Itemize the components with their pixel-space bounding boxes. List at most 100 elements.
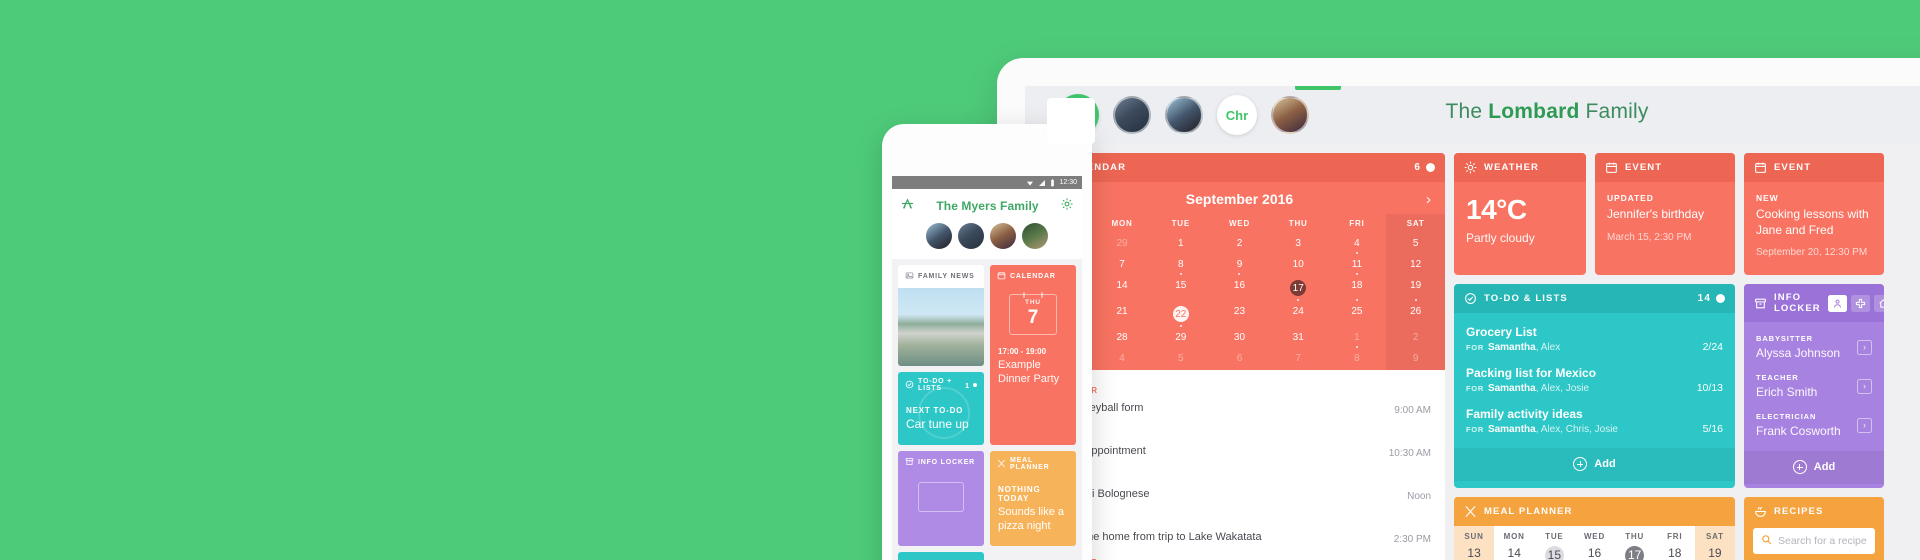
todo-lists-widget[interactable]: TO-DO & LISTS 14 Grocery List FOR Samantha… xyxy=(1454,284,1735,488)
info-locker-row[interactable]: BABYSITTER Alyssa Johnson › xyxy=(1756,328,1872,367)
calendar-day-cell[interactable]: 17 xyxy=(1269,276,1328,302)
meal-planner-week[interactable]: SUN 13 MON 14 TUE 15 WED 16 THU 17 FRI 18 SAT 19 xyxy=(1454,525,1735,560)
meal-planner-day[interactable]: SUN 13 xyxy=(1454,525,1495,560)
avatar[interactable] xyxy=(958,223,984,249)
info-locker-row[interactable]: TEACHER Erich Smith › xyxy=(1756,367,1872,406)
app-logo-icon[interactable] xyxy=(900,196,915,216)
calendar-day-cell[interactable]: 1 xyxy=(1328,328,1387,349)
app-logo-icon[interactable] xyxy=(1047,94,1099,144)
calendar-day-cell[interactable]: 26 xyxy=(1386,302,1445,328)
phone-info-locker-widget[interactable]: INFO LOCKER xyxy=(898,451,984,546)
calendar-day-cell[interactable]: 18 xyxy=(1328,276,1387,302)
phone-extra-widget[interactable] xyxy=(898,551,984,560)
calendar-day-cell[interactable]: 11 xyxy=(1328,255,1387,276)
event-card-1[interactable]: EVENT UPDATED Jennifer's birthday March … xyxy=(1595,153,1735,276)
avatar-initials[interactable]: Chr xyxy=(1217,95,1257,135)
home-icon[interactable] xyxy=(1873,294,1884,312)
calendar-day-cell[interactable]: 30 xyxy=(1210,328,1269,349)
meal-planner-day[interactable]: SAT 19 xyxy=(1694,525,1735,560)
agenda-row[interactable]: MEALSpaghetti Bolognese Noon xyxy=(1048,466,1431,509)
avatar[interactable] xyxy=(1022,223,1048,249)
calendar-day-cell[interactable]: 22 xyxy=(1151,302,1210,328)
todo-list-item[interactable]: Packing list for Mexico FOR Samantha, Alex… xyxy=(1466,360,1723,401)
calendar-day-cell[interactable]: 7 xyxy=(1269,349,1328,370)
meal-planner-day[interactable]: TUE 15 xyxy=(1534,526,1574,560)
calendar-day-cell[interactable]: 9 xyxy=(1210,255,1269,276)
avatar[interactable] xyxy=(990,223,1016,249)
calendar-day-cell[interactable]: 7 xyxy=(1093,255,1152,276)
calendar-day-cell[interactable]: 29 xyxy=(1093,234,1152,255)
active-profile-indicator xyxy=(1295,86,1341,90)
calendar-day-cell[interactable]: 9 xyxy=(1386,349,1445,370)
calendar-day-cell[interactable]: 14 xyxy=(1093,276,1152,302)
avatar[interactable] xyxy=(1165,96,1203,134)
calendar-day-cell[interactable]: 12 xyxy=(1386,255,1445,276)
calendar-day-cell[interactable]: 15 xyxy=(1151,276,1210,302)
calendar-dow-header: THU xyxy=(1288,219,1308,228)
calendar-day-cell[interactable]: 25 xyxy=(1328,302,1387,328)
medical-cross-icon[interactable] xyxy=(1850,294,1870,312)
meal-planner-day[interactable]: THU 17 xyxy=(1615,526,1655,560)
todo-add-button[interactable]: Add xyxy=(1454,448,1735,482)
phone-family-news-widget[interactable]: FAMILY NEWS xyxy=(898,265,984,366)
chevron-right-icon[interactable]: › xyxy=(1857,339,1872,355)
todo-list-item[interactable]: Grocery List FOR Samantha, Alex 2/24 xyxy=(1466,319,1723,360)
calendar-day-cell[interactable]: 24 xyxy=(1269,302,1328,328)
calendar-day-cell[interactable]: 2 xyxy=(1386,328,1445,349)
calendar-day-cell[interactable]: 5 xyxy=(1151,349,1210,370)
calendar-day-cell[interactable]: 31 xyxy=(1269,328,1328,349)
calendar-day-cell[interactable]: 3 xyxy=(1269,234,1328,255)
phone-page-title: The Myers Family xyxy=(936,199,1039,213)
info-locker-row[interactable]: ELECTRICIAN Frank Cosworth › xyxy=(1756,406,1872,445)
calendar-day-cell[interactable]: 21 xyxy=(1093,302,1152,328)
calendar-day-cell[interactable]: 16 xyxy=(1210,276,1269,302)
todo-assignees: Samantha, Alex xyxy=(1488,342,1560,353)
event-card-2[interactable]: EVENT NEW Cooking lessons with Jane and … xyxy=(1744,153,1884,276)
avatar[interactable] xyxy=(1271,96,1309,134)
calendar-widget[interactable]: CALENDAR 6 ‹ September 2016 › SUNMONTUEW… xyxy=(1034,153,1445,560)
calendar-day-cell[interactable]: 4 xyxy=(1328,234,1387,255)
recipe-search-box[interactable]: Search for a recipe xyxy=(1753,527,1875,554)
calendar-day-cell[interactable]: 8 xyxy=(1151,255,1210,276)
meal-planner-day[interactable]: FRI 18 xyxy=(1655,526,1695,560)
next-month-button[interactable]: › xyxy=(1426,192,1431,207)
todo-list-item[interactable]: Family activity ideas FOR Samantha, Alex, … xyxy=(1466,401,1723,442)
calendar-month-grid[interactable]: SUNMONTUEWEDTHUFRISAT2829123456789101112… xyxy=(1034,214,1445,370)
calendar-day-cell[interactable]: 19 xyxy=(1386,276,1445,302)
recipe-item[interactable]: Spaghetti Carbonara xyxy=(1753,554,1875,560)
info-locker-add-button[interactable]: Add xyxy=(1744,451,1884,485)
calendar-day-cell[interactable]: 28 xyxy=(1093,328,1152,349)
phone-meal-planner-widget[interactable]: MEAL PLANNER NOTHING TODAY Sounds like a… xyxy=(990,451,1076,546)
calendar-day-cell[interactable]: 8 xyxy=(1328,349,1387,370)
avatar[interactable] xyxy=(926,223,952,249)
agenda-row[interactable]: REMINDERSign volleyball form 9:00 AM xyxy=(1048,380,1431,423)
weather-widget[interactable]: WEATHER 14°C Partly cloudy xyxy=(1454,153,1586,276)
calendar-day-cell[interactable]: 1 xyxy=(1151,234,1210,255)
person-icon[interactable] xyxy=(1827,294,1847,312)
calendar-dow-header: SAT xyxy=(1386,214,1445,234)
calendar-day-cell[interactable]: 10 xyxy=(1269,255,1328,276)
gear-icon[interactable] xyxy=(1060,197,1074,216)
recipes-widget[interactable]: RECIPES Search for a recipe Spaghetti Ca… xyxy=(1744,496,1884,560)
phone-calendar-widget[interactable]: CALENDAR THU 7 17:00 - 19:00 Example Din… xyxy=(990,265,1076,445)
meal-planner-widget[interactable]: MEAL PLANNER SUN 13 MON 14 TUE 15 WED 16 THU 17 FR… xyxy=(1454,496,1735,560)
calendar-day-cell[interactable]: 4 xyxy=(1093,349,1152,370)
calendar-day-cell[interactable]: 23 xyxy=(1210,302,1269,328)
info-locker-widget[interactable]: INFO LOCKER BABYSITTER Alyssa Johnson › … xyxy=(1744,284,1884,488)
agenda-row[interactable]: EVENTKids come home from trip to Lake Wa… xyxy=(1048,509,1431,552)
calendar-day-cell[interactable]: 2 xyxy=(1210,234,1269,255)
calendar-day-number: 22 xyxy=(1172,306,1189,322)
avatar[interactable] xyxy=(1113,96,1151,134)
agenda-row[interactable]: REMINDERPick up kids from camp2:35 PM xyxy=(1048,552,1431,560)
calendar-day-cell[interactable]: 6 xyxy=(1210,349,1269,370)
phone-todo-widget[interactable]: TO-DO + LISTS 1 NEXT TO-DO Car tune up xyxy=(898,372,984,445)
meal-day-value: 14 xyxy=(1507,545,1521,560)
chevron-right-icon[interactable]: › xyxy=(1857,417,1872,433)
chevron-right-icon[interactable]: › xyxy=(1857,378,1872,394)
agenda-row[interactable]: EVENTDentist appointment 10:30 AM xyxy=(1048,423,1431,466)
meal-planner-day[interactable]: MON 14 xyxy=(1494,526,1534,560)
meal-planner-day[interactable]: WED 16 xyxy=(1574,526,1614,560)
agenda-kind: REMINDER xyxy=(1048,386,1386,395)
calendar-day-cell[interactable]: 29 xyxy=(1151,328,1210,349)
calendar-day-cell[interactable]: 5 xyxy=(1386,234,1445,255)
